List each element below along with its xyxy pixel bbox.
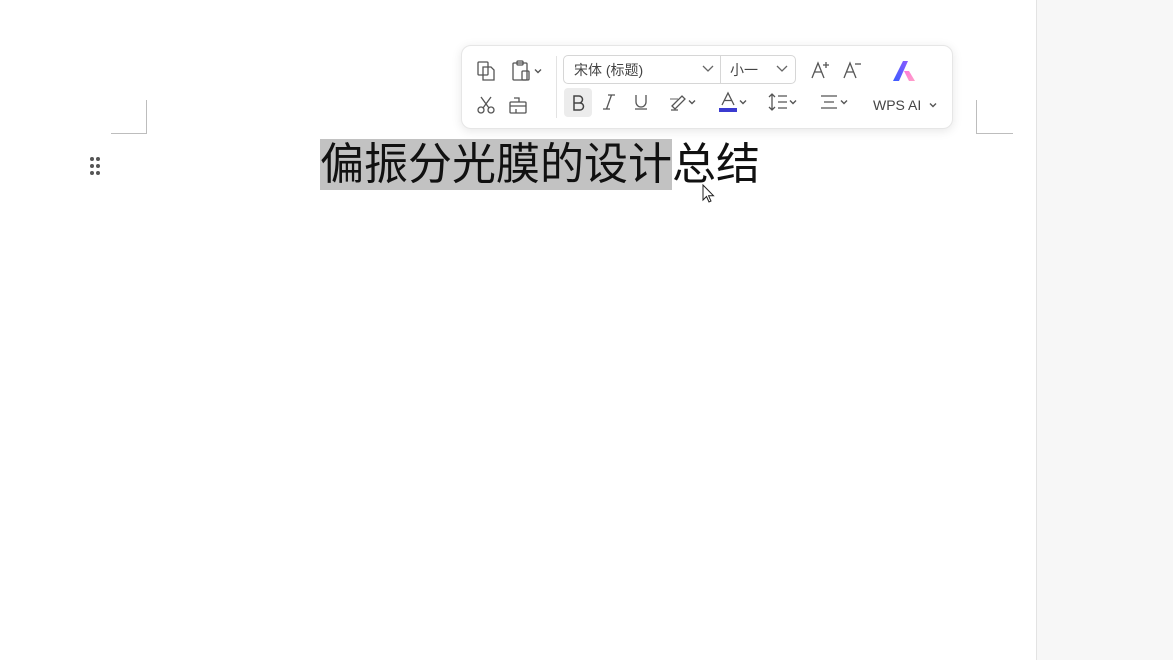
bold-icon [573,94,585,111]
chevron-down-icon [789,100,797,105]
font-family-value: 宋体 (标题) [574,62,644,78]
font-size-value[interactable]: 小一 [730,60,758,80]
line-spacing-button[interactable] [763,90,801,114]
wps-ai-button[interactable]: WPS AI [873,95,921,115]
chevron-down-icon [534,69,542,74]
font-color-icon [719,91,737,112]
underline-button[interactable] [630,90,652,114]
paste-icon [512,60,530,81]
select-divider [720,56,721,83]
document-title[interactable]: 偏振分光膜的设计总结 [320,134,760,198]
underline-icon [635,95,647,110]
highlight-icon [670,95,686,111]
highlight-button[interactable] [664,90,700,114]
selected-text[interactable]: 偏振分光膜的设计 [320,139,672,190]
decrease-font-icon [843,61,861,79]
increase-font-icon [811,61,829,79]
crop-mark [977,133,1013,134]
bold-button[interactable] [564,88,592,117]
chevron-down-icon[interactable] [929,101,937,109]
increase-font-button[interactable] [808,58,832,82]
crop-mark [111,133,146,134]
chevron-down-icon [688,100,696,105]
cut-icon [477,96,495,114]
right-side-panel [1036,0,1173,660]
mouse-cursor-icon [702,184,715,203]
wps-ai-logo-icon [893,61,915,81]
decrease-font-button[interactable] [840,58,864,82]
italic-icon [603,94,615,110]
paste-button[interactable] [507,58,545,84]
cut-button[interactable] [474,93,498,117]
align-icon [821,95,837,109]
crop-mark [976,100,977,134]
chevron-down-icon [840,100,848,105]
italic-button[interactable] [598,90,620,114]
format-painter-button[interactable] [506,93,530,117]
copy-icon [477,61,495,81]
align-button[interactable] [814,90,852,114]
chevron-down-icon[interactable] [776,64,788,74]
chevron-down-icon[interactable] [702,64,714,74]
crop-mark [146,100,147,134]
wps-ai-logo[interactable] [889,57,921,85]
toolbar-divider [556,56,557,118]
font-color-button[interactable] [714,90,750,114]
chevron-down-icon [739,100,747,105]
line-spacing-icon [768,93,787,111]
copy-button[interactable] [474,59,498,83]
format-painter-icon [509,97,527,114]
unselected-text[interactable]: 总结 [672,139,760,190]
drag-handle-icon[interactable] [88,156,102,176]
